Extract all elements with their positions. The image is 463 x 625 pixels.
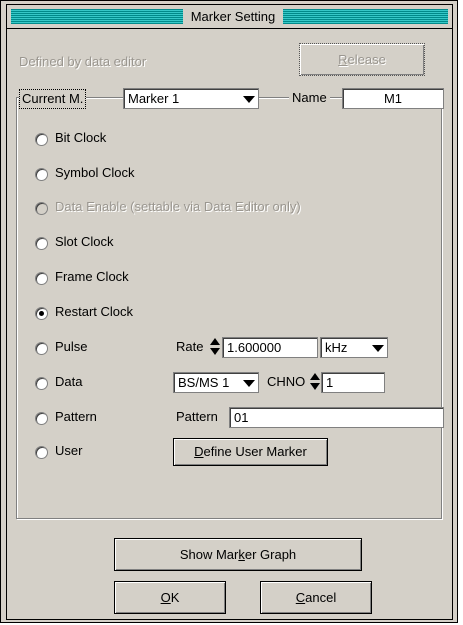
option-data-enable-label: Data Enable (settable via Data Editor on… <box>55 199 301 214</box>
current-marker-label: Current M. <box>19 89 87 109</box>
rate-spinner[interactable] <box>210 337 220 356</box>
defined-by-editor-label: Defined by data editor <box>19 54 147 69</box>
chno-spinner[interactable] <box>310 372 320 391</box>
chevron-down-icon[interactable] <box>370 340 385 355</box>
ok-button[interactable]: OK <box>114 581 226 614</box>
rate-unit-select[interactable]: kHz <box>320 337 388 358</box>
name-field[interactable]: M1 <box>342 88 444 109</box>
rate-label: Rate <box>176 339 204 354</box>
define-user-marker-button[interactable]: Define User Marker <box>173 438 328 466</box>
spin-down-icon[interactable] <box>310 383 320 390</box>
radio-data-enable <box>35 202 48 215</box>
spin-up-icon[interactable] <box>210 338 220 345</box>
option-pulse-label: Pulse <box>55 339 88 354</box>
title-stripe-right <box>283 9 448 24</box>
current-marker-value: Marker 1 <box>128 91 180 106</box>
radio-bit-clock[interactable] <box>35 133 48 146</box>
option-slot-clock-label: Slot Clock <box>55 234 114 249</box>
option-pattern-label: Pattern <box>55 409 97 424</box>
pattern-field-label: Pattern <box>176 409 218 424</box>
option-restart-clock-label: Restart Clock <box>55 304 134 319</box>
spin-down-icon[interactable] <box>210 348 220 355</box>
spin-up-icon[interactable] <box>310 373 320 380</box>
option-bit-clock-label: Bit Clock <box>55 130 107 145</box>
pattern-input[interactable]: 01 <box>229 407 444 428</box>
radio-data[interactable] <box>35 377 48 390</box>
option-frame-clock-label: Frame Clock <box>55 269 129 284</box>
chevron-down-icon[interactable] <box>241 91 256 106</box>
title-stripe-left <box>11 9 183 24</box>
window-title: Marker Setting <box>187 7 279 26</box>
chno-input[interactable]: 1 <box>321 372 385 393</box>
data-source-select[interactable]: BS/MS 1 <box>173 372 259 393</box>
option-data-label: Data <box>55 374 83 389</box>
title-bar[interactable]: Marker Setting <box>7 5 452 29</box>
dialog-frame: Marker Setting Defined by data editor Re… <box>6 4 453 620</box>
radio-pattern[interactable] <box>35 412 48 425</box>
rate-unit-value: kHz <box>325 340 348 355</box>
release-button[interactable]: Release <box>299 43 425 76</box>
radio-user[interactable] <box>35 446 48 459</box>
cancel-button[interactable]: Cancel <box>260 581 372 614</box>
data-source-value: BS/MS 1 <box>178 375 230 390</box>
option-symbol-clock-label: Symbol Clock <box>55 165 135 180</box>
radio-symbol-clock[interactable] <box>35 168 48 181</box>
current-marker-select[interactable]: Marker 1 <box>123 88 259 109</box>
radio-pulse[interactable] <box>35 342 48 355</box>
marker-setting-dialog: Marker Setting Defined by data editor Re… <box>0 0 458 623</box>
radio-slot-clock[interactable] <box>35 237 48 250</box>
rate-input[interactable]: 1.600000 <box>222 337 318 358</box>
radio-restart-clock[interactable] <box>35 307 48 320</box>
chevron-down-icon[interactable] <box>241 375 256 390</box>
option-user-label: User <box>55 443 83 458</box>
name-label: Name <box>289 89 330 107</box>
chno-label: CHNO <box>267 374 306 389</box>
radio-frame-clock[interactable] <box>35 272 48 285</box>
show-marker-graph-button[interactable]: Show Marker Graph <box>114 538 362 571</box>
